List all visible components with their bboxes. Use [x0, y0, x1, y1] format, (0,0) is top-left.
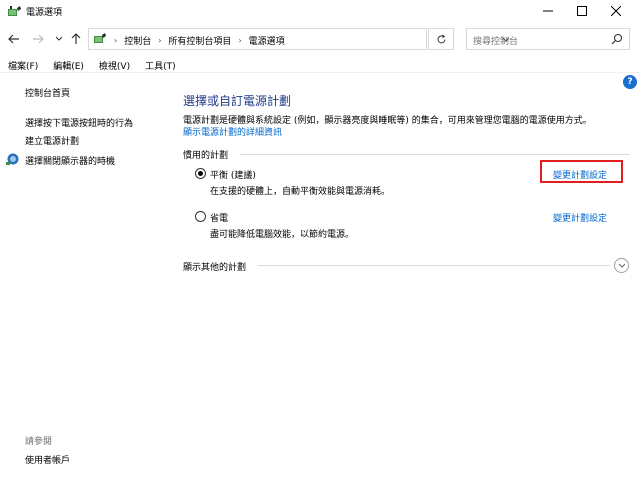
title-bar: 電源選項: [0, 0, 640, 22]
breadcrumb: › 控制台 › 所有控制台項目 › 電源選項: [110, 34, 285, 47]
back-button[interactable]: [4, 30, 24, 48]
chevron-down-icon: [618, 263, 625, 268]
forward-arrow-icon: [33, 34, 44, 44]
search-box[interactable]: 搜尋控制台: [466, 28, 630, 50]
create-power-plan-link[interactable]: 建立電源計劃: [25, 134, 79, 147]
search-icon[interactable]: [611, 33, 623, 45]
chevron-down-icon: [55, 36, 63, 41]
up-button[interactable]: [68, 30, 84, 48]
show-more-plans-heading[interactable]: 顯示其他的計劃: [183, 260, 246, 273]
breadcrumb-separator[interactable]: ›: [238, 36, 241, 45]
power-button-behavior-link[interactable]: 選擇按下電源按鈕時的行為: [25, 116, 133, 129]
close-icon: [611, 6, 621, 16]
close-button[interactable]: [600, 0, 632, 22]
menu-tools[interactable]: 工具(T): [137, 57, 183, 72]
forward-button[interactable]: [28, 30, 48, 48]
power-options-window: 電源選項 › 控制台 › 所有控制台項目 › 電源選項 搜尋控制台 檔案(F) …: [0, 0, 640, 480]
plan-balanced-radio[interactable]: [195, 168, 206, 179]
section-divider: [240, 154, 630, 155]
navigation-bar: › 控制台 › 所有控制台項目 › 電源選項 搜尋控制台: [0, 26, 640, 52]
control-panel-icon: [94, 33, 106, 43]
refresh-icon: [437, 33, 445, 43]
plan-details-link[interactable]: 顯示電源計劃的詳細資訊: [183, 125, 282, 138]
help-button[interactable]: ?: [623, 75, 637, 89]
menu-edit[interactable]: 編輯(E): [45, 57, 91, 72]
plan-power-saver-name[interactable]: 省電: [210, 211, 228, 224]
search-input[interactable]: 搜尋控制台: [473, 34, 518, 47]
control-panel-home-link[interactable]: 控制台首頁: [25, 86, 70, 99]
minimize-icon: [543, 10, 553, 12]
plan-balanced-name[interactable]: 平衡 (建議): [210, 168, 256, 181]
user-accounts-link[interactable]: 使用者帳戶: [25, 453, 70, 466]
breadcrumb-separator[interactable]: ›: [158, 36, 161, 45]
help-icon: ?: [627, 77, 633, 87]
recent-locations-button[interactable]: [52, 30, 66, 48]
minimize-button[interactable]: [532, 0, 564, 22]
expand-more-plans-button[interactable]: [614, 258, 629, 273]
power-options-icon: [8, 6, 21, 16]
up-arrow-icon: [71, 33, 81, 44]
change-plan-settings-power-saver-link[interactable]: 變更計劃設定: [553, 211, 607, 224]
page-title: 選擇或自訂電源計劃: [183, 94, 292, 108]
maximize-button[interactable]: [566, 0, 598, 22]
see-also-label: 請參閱: [25, 437, 53, 447]
plan-balanced-description: 在支援的硬體上，自動平衡效能與電源消耗。: [210, 187, 391, 197]
breadcrumb-power-options[interactable]: 電源選項: [249, 34, 285, 47]
section-divider: [258, 265, 610, 266]
window-title: 電源選項: [26, 8, 63, 18]
address-bar[interactable]: › 控制台 › 所有控制台項目 › 電源選項: [88, 28, 510, 50]
menu-file[interactable]: 檔案(F): [0, 57, 45, 72]
back-arrow-icon: [8, 34, 19, 44]
maximize-icon: [577, 6, 587, 16]
breadcrumb-control-panel[interactable]: 控制台: [124, 34, 151, 47]
menu-bar: 檔案(F) 編輯(E) 檢視(V) 工具(T): [0, 57, 640, 73]
breadcrumb-separator[interactable]: ›: [114, 36, 117, 45]
plan-power-saver-description: 盡可能降低電腦效能，以節約電源。: [210, 230, 355, 240]
left-pane: 控制台首頁 選擇按下電源按鈕時的行為 建立電源計劃 選擇關閉顯示器的時機 請參閱…: [0, 74, 170, 480]
highlight-annotation: [540, 160, 623, 183]
refresh-button[interactable]: [428, 28, 454, 50]
display-off-timing-link[interactable]: 選擇關閉顯示器的時機: [25, 154, 115, 167]
plan-power-saver-radio[interactable]: [195, 211, 206, 222]
shield-monitor-icon: [6, 153, 19, 165]
breadcrumb-all-items[interactable]: 所有控制台項目: [168, 34, 231, 47]
menu-view[interactable]: 檢視(V): [91, 57, 137, 72]
preferred-plans-heading: 慣用的計劃: [183, 151, 229, 161]
